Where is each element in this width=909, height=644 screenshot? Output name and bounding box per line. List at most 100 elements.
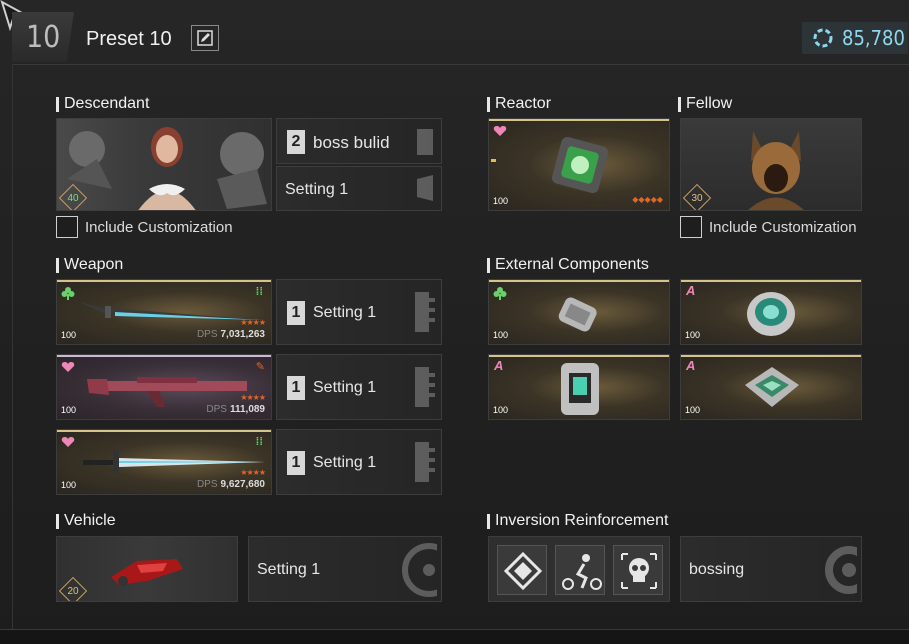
dps-value: 111,089 — [229, 404, 265, 415]
pencil-icon — [197, 30, 213, 46]
module-icon — [417, 129, 433, 155]
divider — [12, 64, 13, 629]
weapon-dps: DPS 7,031,263 — [197, 329, 265, 340]
preset-number: 10 — [12, 12, 74, 62]
weapon-setting-button-2[interactable]: 1 Setting 1 — [276, 354, 442, 420]
module-icon — [415, 367, 435, 407]
external-component-slot-1[interactable]: 100 — [488, 279, 670, 345]
descendant-slot[interactable]: 40 — [56, 118, 272, 211]
rarity-line — [57, 280, 271, 282]
weapon-slot-3[interactable]: ⁞⁞ ★★★★ DPS 9,627,680 100 — [56, 429, 272, 495]
rarity-line — [57, 355, 271, 357]
edit-name-button[interactable] — [191, 25, 219, 51]
diamond-shield-icon — [503, 551, 543, 591]
preset-header: 10 Preset 10 85,780 — [0, 0, 909, 64]
fellow-customization-checkbox[interactable] — [680, 216, 702, 238]
weapon-label: Weapon — [56, 256, 123, 274]
weapon-stars: ★★★★ — [240, 318, 266, 327]
rarity-line — [57, 430, 271, 432]
external-component-slot-2[interactable]: A 100 — [680, 279, 862, 345]
external-component-slot-3[interactable]: A 100 — [488, 354, 670, 420]
descendant-setting: Setting 1 — [285, 181, 349, 198]
vehicle-setting-button[interactable]: Setting 1 — [248, 536, 442, 602]
rarity-line — [489, 119, 669, 121]
descendant-customization-label: Include Customization — [85, 219, 233, 236]
vehicle-slot[interactable]: 20 — [56, 536, 238, 602]
external-components-label: External Components — [487, 256, 649, 274]
module-icon — [415, 442, 435, 482]
inversion-node-3[interactable] — [613, 545, 663, 595]
vehicle-setting: Setting 1 — [257, 561, 321, 578]
pencil-mark-icon: ✎ — [255, 361, 265, 373]
external-component-slot-4[interactable]: A 100 — [680, 354, 862, 420]
steering-wheel-icon — [402, 543, 437, 597]
weapon-dps: DPS 111,089 — [206, 404, 265, 415]
inversion-node-1[interactable] — [497, 545, 547, 595]
dps-label: DPS — [196, 329, 218, 340]
fellow-label: Fellow — [678, 95, 732, 113]
component-level: 100 — [493, 405, 509, 415]
fellow-slot[interactable]: 30 — [680, 118, 862, 211]
inversion-slots[interactable] — [488, 536, 670, 602]
heart-tier-icon — [61, 362, 75, 372]
reactor-label: Reactor — [487, 95, 551, 113]
runner-icon — [562, 554, 602, 590]
component-level: 100 — [493, 330, 509, 340]
reactor-level: 100 — [493, 196, 509, 206]
weapon-setting-button-1[interactable]: 1 Setting 1 — [276, 279, 442, 345]
heart-tier-icon — [61, 437, 75, 447]
chest-component-icon — [561, 363, 599, 415]
dps-label: DPS — [196, 479, 218, 490]
inversion-node-2[interactable] — [555, 545, 605, 595]
a-tier-icon: A — [494, 358, 504, 373]
weapon-setting-button-3[interactable]: 1 Setting 1 — [276, 429, 442, 495]
reactor-slot[interactable]: 100 ◆◆◆◆◆ — [488, 118, 670, 211]
inversion-label: Inversion Reinforcement — [487, 512, 668, 530]
a-tier-icon: A — [686, 283, 696, 298]
gear-icon — [825, 546, 857, 594]
dog-portrait-icon — [748, 131, 804, 210]
build-name: boss bulid — [313, 133, 390, 152]
fellow-customization-label: Include Customization — [709, 219, 857, 236]
weapon-slot-1[interactable]: ⁞⁞ ★★★★ DPS 7,031,263 100 — [56, 279, 272, 345]
disc-component-icon — [747, 292, 795, 336]
weapon-dps: DPS 9,627,680 — [197, 479, 265, 490]
descendant-portrait-icon — [67, 127, 267, 210]
descendant-label: Descendant — [56, 95, 149, 113]
currency-value: 85,780 — [842, 26, 905, 50]
bike-vehicle-icon — [111, 559, 183, 586]
component-level: 100 — [685, 405, 701, 415]
reactor-core-icon — [551, 136, 609, 194]
weapon-level: 100 — [61, 330, 77, 340]
plate-component-icon — [745, 367, 799, 407]
build-index: 2 — [287, 130, 305, 154]
rarity-line — [489, 355, 669, 357]
setting-index: 1 — [287, 451, 305, 475]
weapon-setting: Setting 1 — [313, 304, 377, 321]
weapon-setting: Setting 1 — [313, 379, 377, 396]
descendant-customization-checkbox[interactable] — [56, 216, 78, 238]
preset-panel: 10 Preset 10 85,780 Descendant 40 2 boss… — [0, 0, 909, 644]
reactor-enhancement: ◆◆◆◆◆ — [632, 195, 663, 204]
weapon-stars: ★★★★ — [240, 393, 266, 402]
club-tier-icon — [493, 287, 507, 300]
weapon-setting: Setting 1 — [313, 454, 377, 471]
rifle-weapon-icon — [87, 377, 247, 407]
setting-index: 1 — [287, 301, 305, 325]
inversion-setting-button[interactable]: bossing — [680, 536, 862, 602]
stat-bar — [491, 159, 496, 162]
rarity-line — [489, 280, 669, 282]
cylinder-component-icon — [558, 297, 597, 332]
footer-bar — [0, 629, 909, 644]
dps-label: DPS — [206, 404, 227, 415]
descendant-level: 40 — [67, 193, 79, 204]
descendant-setting-button[interactable]: Setting 1 — [276, 166, 442, 211]
fellow-level: 30 — [691, 193, 703, 204]
rarity-line — [681, 280, 861, 282]
weapon-level: 100 — [61, 405, 77, 415]
descendant-build-button[interactable]: 2 boss bulid — [276, 118, 442, 164]
katana-weapon-icon — [79, 302, 263, 320]
heart-tier-icon — [493, 126, 507, 136]
component-level: 100 — [685, 330, 701, 340]
weapon-slot-2[interactable]: ✎ ★★★★ DPS 111,089 100 — [56, 354, 272, 420]
